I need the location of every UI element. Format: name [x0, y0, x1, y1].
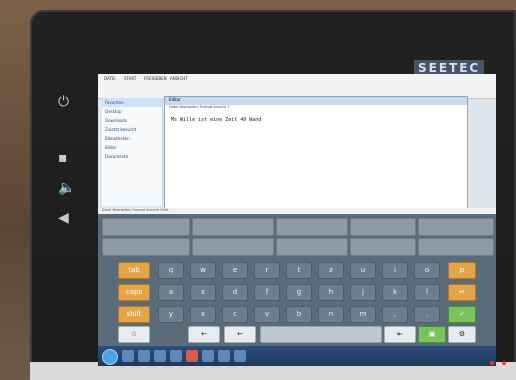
- windows-taskbar: [98, 346, 496, 366]
- key-i[interactable]: i: [382, 262, 408, 279]
- nav-item[interactable]: Bilder: [102, 143, 162, 152]
- explorer-navigation: Favoriten Desktop Downloads Zuletzt besu…: [102, 98, 163, 206]
- volume-icon[interactable]: 🔈: [58, 180, 75, 196]
- confirm-icon[interactable]: ✓: [448, 306, 476, 323]
- suggestion-slot[interactable]: [102, 218, 190, 236]
- suggestion-slot[interactable]: [192, 238, 274, 256]
- power-icon[interactable]: ⏻: [58, 94, 69, 110]
- taskbar-app-icon[interactable]: [202, 350, 214, 362]
- taskbar-app-icon[interactable]: [234, 350, 246, 362]
- green-action-icon[interactable]: ▣: [418, 326, 446, 343]
- settings-icon[interactable]: ⚙: [448, 326, 476, 343]
- key-k[interactable]: k: [382, 284, 408, 301]
- nav-item[interactable]: Downloads: [102, 116, 162, 125]
- key-e[interactable]: e: [222, 262, 248, 279]
- key-a[interactable]: a: [158, 284, 184, 301]
- delete-word-key[interactable]: ←: [224, 326, 256, 343]
- backspace-key[interactable]: ←: [188, 326, 220, 343]
- suggestion-slot[interactable]: [192, 218, 274, 236]
- onscreen-keyboard: tab q w e r t z u i o p caps a s d f g h…: [98, 214, 496, 346]
- key-o[interactable]: o: [414, 262, 440, 279]
- start-icon[interactable]: [102, 349, 118, 365]
- notepad-title: Editor: [165, 97, 467, 105]
- key-b[interactable]: b: [286, 306, 312, 323]
- key-l[interactable]: l: [414, 284, 440, 301]
- suggestion-slot[interactable]: [418, 218, 494, 236]
- taskbar-app-icon[interactable]: [154, 350, 166, 362]
- nav-item[interactable]: Bibliotheken: [102, 134, 162, 143]
- caps-key[interactable]: caps: [118, 284, 150, 301]
- key-g[interactable]: g: [286, 284, 312, 301]
- cursor-left-icon[interactable]: ⇤: [384, 326, 416, 343]
- key-r[interactable]: r: [254, 262, 280, 279]
- nav-item[interactable]: Desktop: [102, 107, 162, 116]
- notepad-text[interactable]: Ms Wille ist eine Zeit 40 Wand: [165, 111, 467, 129]
- key-period[interactable]: .: [414, 306, 440, 323]
- suggestion-slot[interactable]: [102, 238, 190, 256]
- key-h[interactable]: h: [318, 284, 344, 301]
- taskbar-app-icon[interactable]: [218, 350, 230, 362]
- taskbar-app-icon[interactable]: [122, 350, 134, 362]
- key-comma[interactable]: ,: [382, 306, 408, 323]
- ribbon-tab[interactable]: DATEI: [104, 76, 116, 81]
- key-p[interactable]: p: [448, 262, 476, 279]
- suggestion-slot[interactable]: [350, 238, 416, 256]
- key-w[interactable]: w: [190, 262, 216, 279]
- key-v[interactable]: v: [254, 306, 280, 323]
- key-m[interactable]: m: [350, 306, 376, 323]
- key-z[interactable]: z: [318, 262, 344, 279]
- taskbar-app-icon[interactable]: [170, 350, 182, 362]
- suggestion-slot[interactable]: [276, 218, 348, 236]
- taskbar-app-icon[interactable]: [138, 350, 150, 362]
- notepad-window[interactable]: Editor Datei Bearbeiten Format Ansicht ?…: [164, 96, 468, 210]
- ribbon-tab[interactable]: FREIGEBEN: [144, 76, 167, 81]
- led-indicator-icon: [502, 361, 507, 365]
- key-y[interactable]: y: [158, 306, 184, 323]
- space-bar[interactable]: [260, 326, 382, 343]
- key-x[interactable]: x: [190, 306, 216, 323]
- key-t[interactable]: t: [286, 262, 312, 279]
- tab-key[interactable]: tab: [118, 262, 150, 279]
- shift-key[interactable]: shift: [118, 306, 150, 323]
- key-u[interactable]: u: [350, 262, 376, 279]
- display-icon[interactable]: ▪: [58, 150, 68, 166]
- ribbon-tab[interactable]: START: [124, 76, 136, 81]
- key-n[interactable]: n: [318, 306, 344, 323]
- key-f[interactable]: f: [254, 284, 280, 301]
- enter-key[interactable]: ↵: [448, 284, 476, 301]
- led-indicator-icon: [490, 361, 494, 365]
- speaker-down-icon[interactable]: ◀: [58, 210, 69, 226]
- nav-item[interactable]: Dokumente: [102, 152, 162, 161]
- taskbar-app-icon[interactable]: [186, 350, 198, 362]
- ribbon-tab[interactable]: ANSICHT: [170, 76, 188, 81]
- key-j[interactable]: j: [350, 284, 376, 301]
- key-c[interactable]: c: [222, 306, 248, 323]
- suggestion-slot[interactable]: [418, 238, 494, 256]
- key-s[interactable]: s: [190, 284, 216, 301]
- suggestion-slot[interactable]: [276, 238, 348, 256]
- nav-item[interactable]: Zuletzt besucht: [102, 125, 162, 134]
- nav-item[interactable]: Favoriten: [102, 98, 162, 107]
- key-q[interactable]: q: [158, 262, 184, 279]
- key-d[interactable]: d: [222, 284, 248, 301]
- suggestion-slot[interactable]: [350, 218, 416, 236]
- star-icon[interactable]: ☆: [118, 326, 150, 343]
- touch-screen: DATEI START FREIGEBEN ANSICHT Favoriten …: [98, 74, 496, 366]
- status-leds: [490, 350, 509, 369]
